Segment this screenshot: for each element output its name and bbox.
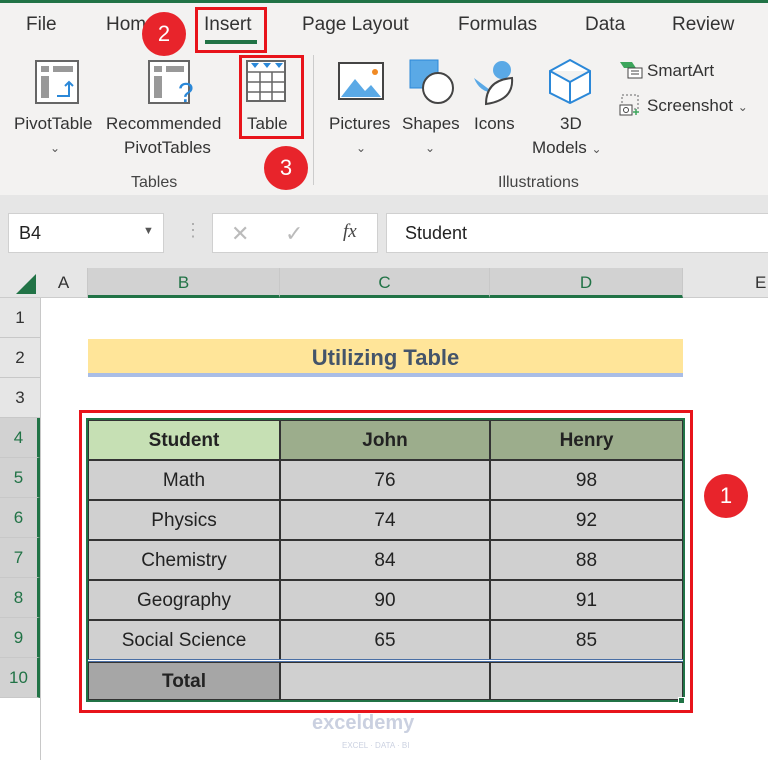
formula-input[interactable]: Student [386,213,768,253]
column-header-c[interactable]: C [280,268,490,298]
row-header-6[interactable]: 6 [0,498,40,538]
row-header-3[interactable]: 3 [0,378,40,418]
recommended-label: Recommended [106,114,222,133]
row-header-5[interactable]: 5 [0,458,40,498]
formula-value: Student [405,223,468,243]
3d-label: 3D [560,114,582,133]
pivottable-icon [35,60,79,104]
insert-function-icon[interactable]: fx [343,221,357,243]
column-header-b[interactable]: B [88,268,280,298]
sheet-title[interactable]: Utilizing Table [88,339,683,377]
icons-label: Icons [474,114,515,133]
tab-file[interactable]: File [26,14,57,36]
shapes-label: Shapes [402,114,460,133]
row-header-10[interactable]: 10 [0,658,40,698]
row-header-8[interactable]: 8 [0,578,40,618]
select-all-icon[interactable] [16,274,36,294]
dropdown-arrow-icon[interactable]: ▼ [143,225,154,237]
pictures-icon [338,62,384,100]
chevron-down-icon: ⌄ [591,142,602,156]
row-header-border [40,298,41,760]
row-header-4[interactable]: 4 [0,418,40,458]
tab-page-layout[interactable]: Page Layout [302,14,409,36]
chevron-down-icon: ⌄ [50,141,61,155]
watermark-text: exceldemy [312,712,415,734]
step-badge-2: 2 [142,12,186,56]
smartart-label: SmartArt [647,61,715,80]
models-label: Models ⌄ [532,136,602,161]
table-range-highlight [79,410,693,713]
group-divider [313,55,314,185]
row-header-2[interactable]: 2 [0,338,40,378]
screenshot-label: Screenshot ⌄ [647,94,748,119]
step-badge-3: 3 [264,146,308,190]
illustrations-group-label: Illustrations [498,174,579,191]
tab-data[interactable]: Data [585,14,625,36]
enter-check-icon[interactable]: ✓ [285,221,303,247]
column-header-a[interactable]: A [40,268,88,298]
watermark-logo: exceldemy EXCEL · DATA · BI [312,712,414,753]
step-badge-1: 1 [704,474,748,518]
chevron-down-icon: ⌄ [425,141,436,155]
pivottables-label: PivotTables [124,138,211,157]
svg-text:?: ? [178,77,194,106]
name-box-value: B4 [19,223,42,243]
formula-buttons: ✕ ✓ fx [212,213,378,253]
row-header-1[interactable]: 1 [0,298,40,338]
column-header-d[interactable]: D [490,268,683,298]
pivottable-label: PivotTable [14,114,93,133]
drag-handle-icon[interactable]: ⋮ [184,220,202,241]
watermark-subtext: EXCEL · DATA · BI [342,741,410,750]
3d-models-icon [549,58,591,104]
row-header-9[interactable]: 9 [0,618,40,658]
chevron-down-icon: ⌄ [737,100,748,114]
shapes-icon [409,59,454,104]
table-highlight [239,55,304,139]
models-text: Models [532,138,587,157]
screenshot-icon [619,94,639,116]
column-header-e[interactable]: E [683,268,768,298]
recommended-pivottables-icon: ? [148,60,194,106]
cancel-icon[interactable]: ✕ [231,221,249,247]
name-box[interactable]: B4 ▼ [8,213,164,253]
smartart-icon [620,62,643,79]
tab-review[interactable]: Review [672,14,734,36]
icons-icon [474,61,514,106]
tab-formulas[interactable]: Formulas [458,14,537,36]
screenshot-text: Screenshot [647,96,733,115]
chevron-down-icon: ⌄ [356,141,367,155]
tables-group-label: Tables [131,174,178,191]
row-header-7[interactable]: 7 [0,538,40,578]
insert-highlight [195,7,267,53]
pictures-label: Pictures [329,114,391,133]
